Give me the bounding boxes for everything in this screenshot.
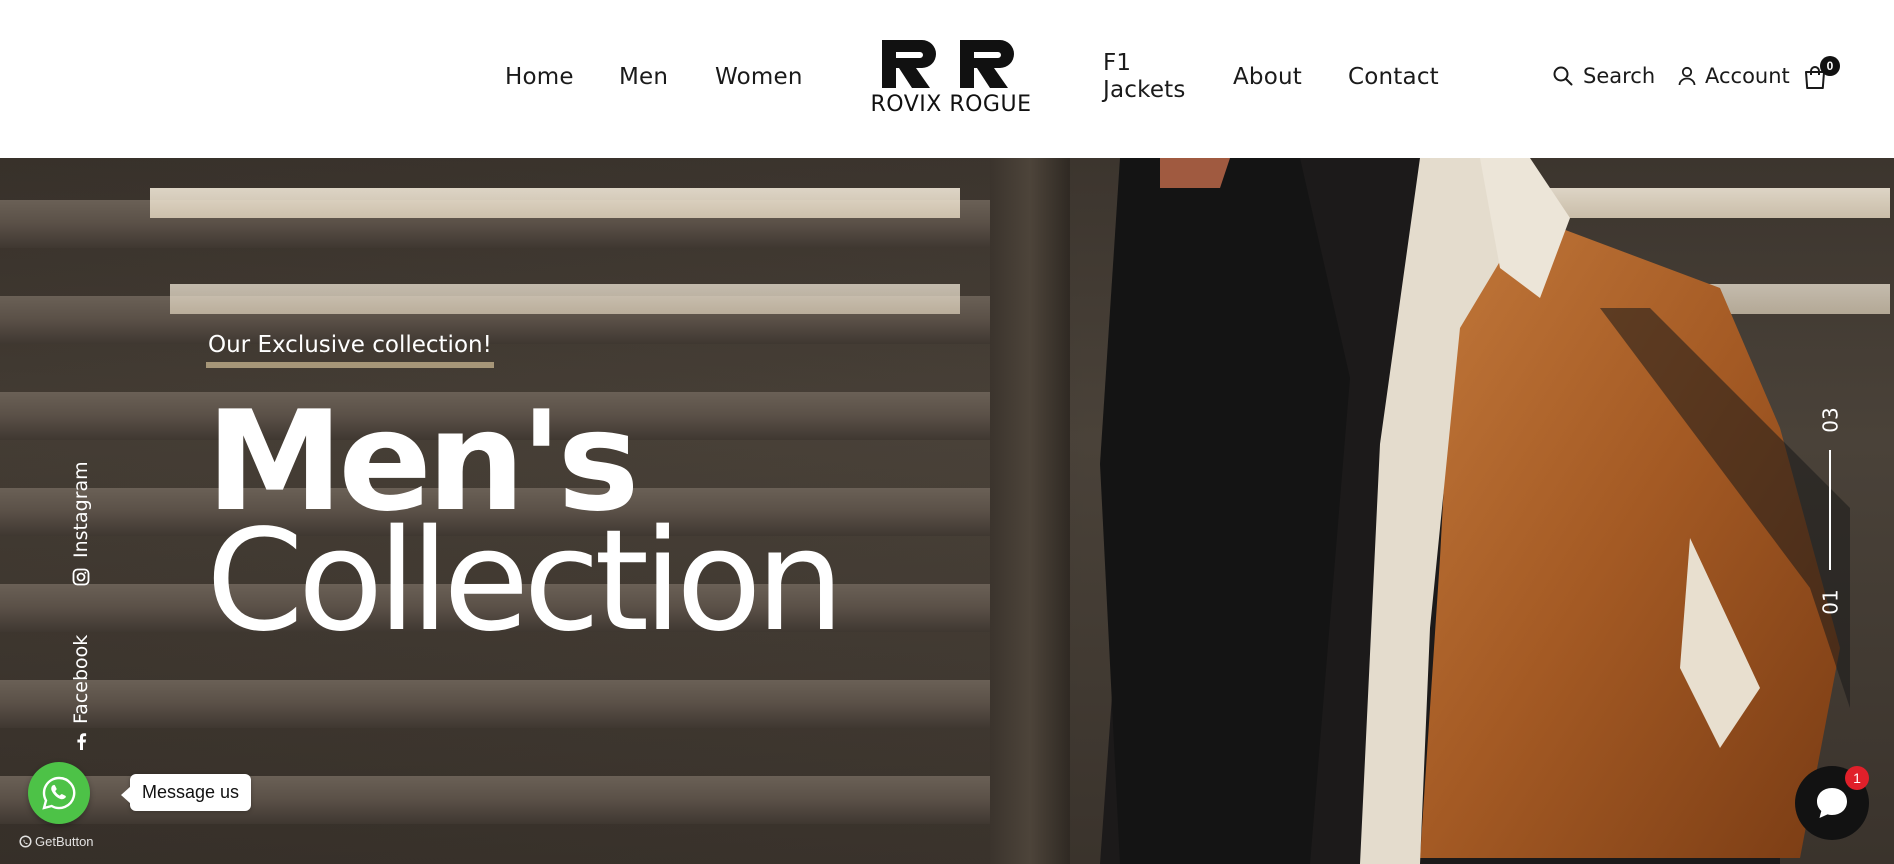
cart-button[interactable]: 0 bbox=[1803, 56, 1840, 94]
background-post bbox=[990, 158, 1070, 864]
chat-notification-badge: 1 bbox=[1845, 766, 1869, 790]
nav-home[interactable]: Home bbox=[505, 64, 574, 90]
nav-about[interactable]: About bbox=[1233, 64, 1302, 90]
brand-name: ROVIX ROGUE bbox=[870, 92, 1032, 117]
user-icon bbox=[1678, 66, 1696, 86]
pager-total[interactable]: 03 bbox=[1819, 407, 1843, 432]
getbutton-label: GetButton bbox=[35, 834, 94, 849]
chat-bubble-icon bbox=[1817, 788, 1847, 818]
getbutton-credit[interactable]: GetButton bbox=[19, 834, 94, 849]
whatsapp-button[interactable] bbox=[28, 762, 90, 824]
getbutton-icon bbox=[19, 835, 32, 848]
nav-f1-jackets[interactable]: F1 Jackets bbox=[1103, 50, 1193, 104]
brand-logo[interactable]: ROVIX ROGUE bbox=[862, 38, 1040, 118]
search-label: Search bbox=[1583, 64, 1656, 88]
hero-model-image bbox=[1100, 158, 1850, 864]
whatsapp-icon bbox=[42, 776, 76, 810]
account-label: Account bbox=[1705, 64, 1790, 88]
account-button[interactable]: Account bbox=[1677, 64, 1790, 88]
hero-tagline: Our Exclusive collection! bbox=[206, 332, 494, 368]
search-button[interactable]: Search bbox=[1553, 64, 1655, 88]
nav-contact[interactable]: Contact bbox=[1348, 64, 1439, 90]
facebook-label: Facebook bbox=[70, 634, 92, 724]
pager-current[interactable]: 01 bbox=[1819, 589, 1843, 614]
nav-men[interactable]: Men bbox=[619, 64, 668, 90]
facebook-link[interactable]: Facebook bbox=[70, 634, 92, 750]
site-header: Home Men Women ROVIX ROGUE F1 Jackets Ab… bbox=[0, 0, 1894, 158]
logo-mark-icon bbox=[882, 40, 1014, 88]
slider-pager: 03 01 bbox=[1812, 400, 1848, 630]
instagram-label: Instagram bbox=[70, 461, 92, 558]
social-links: Instagram Facebook bbox=[58, 458, 108, 758]
instagram-icon bbox=[72, 568, 90, 586]
hero-title-line2: Collection bbox=[206, 500, 844, 663]
pager-progress-line bbox=[1829, 450, 1831, 570]
cart-count-badge: 0 bbox=[1820, 56, 1840, 76]
facebook-icon bbox=[77, 733, 87, 750]
background-slat bbox=[0, 680, 1000, 728]
search-icon bbox=[1553, 66, 1573, 86]
instagram-link[interactable]: Instagram bbox=[70, 461, 92, 586]
background-light-strip bbox=[170, 284, 960, 314]
nav-women[interactable]: Women bbox=[715, 64, 803, 90]
background-light-strip bbox=[150, 188, 960, 218]
whatsapp-message-label[interactable]: Message us bbox=[120, 774, 252, 811]
